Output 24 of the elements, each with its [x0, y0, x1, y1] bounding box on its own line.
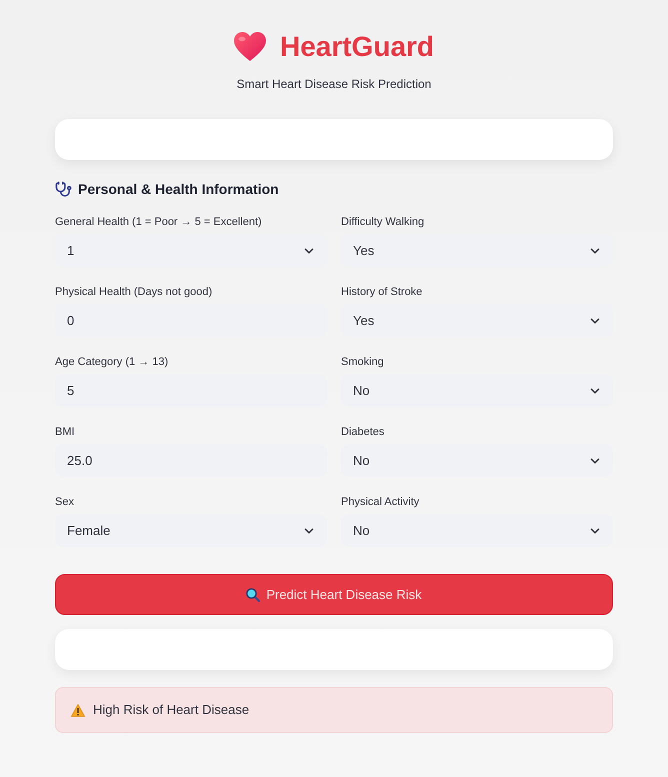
field-label: Smoking — [341, 355, 385, 369]
field-label: Difficulty Walking — [341, 215, 426, 229]
number-input[interactable]: 25.0 — [55, 444, 327, 477]
field-label: Physical Health (Days not good) — [55, 285, 214, 299]
warning-icon — [71, 704, 85, 716]
dropdown[interactable]: No — [341, 514, 613, 547]
field-label: BMI — [55, 425, 76, 439]
app-title: HeartGuard — [280, 30, 434, 64]
field-label: General Health (1 = Poor → 5 = Excellent) — [55, 215, 263, 229]
number-input[interactable]: 5 — [55, 374, 327, 407]
search-icon — [246, 588, 260, 602]
section-title: Personal & Health Information — [78, 180, 279, 198]
dropdown[interactable]: No — [341, 374, 613, 407]
field-label: Sex — [55, 495, 75, 509]
field-label: Age Category (1 → 13) — [55, 355, 170, 369]
field-label: Physical Activity — [341, 495, 420, 509]
dropdown[interactable]: Female — [55, 514, 327, 547]
stethoscope-icon — [55, 180, 72, 198]
field-label: Diabetes — [341, 425, 386, 439]
heart-icon — [234, 32, 266, 62]
field-label: History of Stroke — [341, 285, 424, 299]
alert-text: High Risk of Heart Disease — [93, 701, 250, 720]
app-subtitle: Smart Heart Disease Risk Prediction — [236, 76, 432, 92]
dropdown[interactable]: No — [341, 444, 613, 477]
